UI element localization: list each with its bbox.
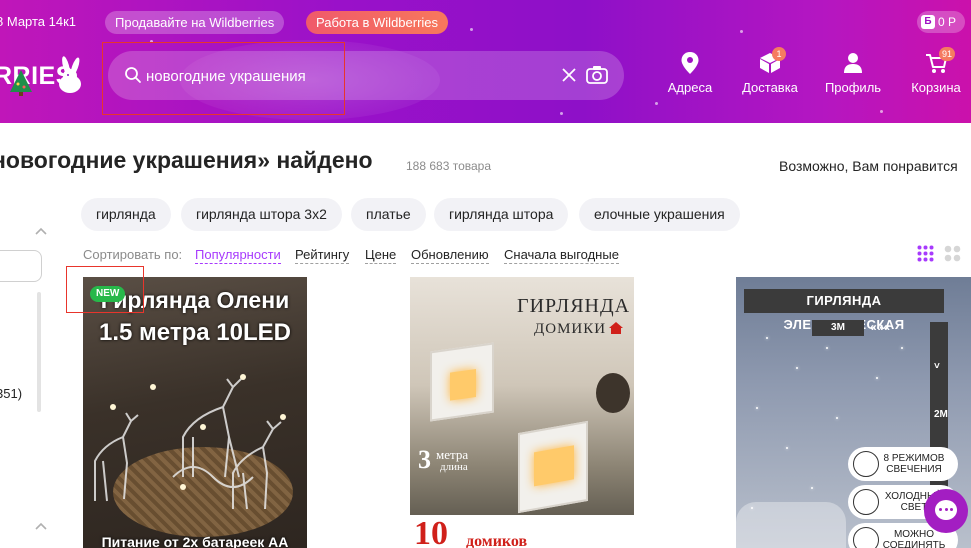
cart-badge: 91	[939, 47, 956, 61]
chat-button[interactable]	[924, 489, 968, 533]
house-image	[430, 342, 494, 422]
chip-suggestion[interactable]: гирлянда	[81, 198, 171, 231]
sort-rating[interactable]: Рейтингу	[295, 247, 350, 264]
product-image-text: ДОМИКИ	[534, 321, 607, 337]
clear-search-icon[interactable]	[560, 66, 578, 84]
chat-icon	[935, 500, 957, 520]
filter-count: 351)	[0, 386, 23, 401]
chip-suggestion[interactable]: платье	[351, 198, 426, 231]
maybe-you-like-heading: Возможно, Вам понравится	[779, 158, 958, 174]
sort-label: Сортировать по:	[83, 247, 183, 262]
product-card-deer-garland[interactable]: Гирлянда Олени 1.5 метра 10LED Питание о…	[83, 277, 307, 548]
nav-cart[interactable]: 91 Корзина	[901, 47, 971, 95]
profile-icon	[844, 53, 862, 73]
chip-suggestion[interactable]: елочные украшения	[579, 198, 740, 231]
chevron-up-icon[interactable]	[35, 227, 47, 235]
plug-icon	[853, 527, 879, 548]
chip-suggestion[interactable]: гирлянда штора	[434, 198, 569, 231]
sell-on-wildberries-link[interactable]: Продавайте на Wildberries	[105, 11, 285, 34]
nav-delivery[interactable]: 1 Доставка	[735, 47, 805, 95]
annotation-box	[102, 42, 345, 115]
balance-value: 0 Р	[938, 15, 957, 29]
bunny-logo-icon	[59, 56, 81, 93]
product-image-text: 2М	[934, 409, 948, 420]
product-image-text: Питание от 2х батареек АА	[101, 534, 289, 548]
work-at-wildberries-link[interactable]: Работа в Wildberries	[306, 11, 449, 34]
filter-search-field[interactable]	[0, 250, 42, 282]
house-image	[518, 420, 588, 514]
product-image-text: домиков	[466, 533, 528, 548]
chip-suggestion[interactable]: гирлянда штора 3х2	[181, 198, 342, 231]
balance-icon: Б	[921, 14, 935, 29]
product-image-text: 3М	[812, 320, 864, 336]
light-icon	[853, 489, 879, 515]
delivery-address[interactable]: 8 Марта 14к1	[0, 14, 76, 29]
results-count: 188 683 товара	[406, 159, 492, 173]
house-icon	[609, 322, 623, 334]
nav-addresses[interactable]: Адреса	[655, 52, 725, 95]
product-image-text: длина	[440, 461, 468, 473]
nav-delivery-label: Доставка	[742, 80, 798, 95]
nav-profile-label: Профиль	[824, 80, 882, 95]
arrows-icon: ˅	[934, 361, 940, 372]
sort-updated[interactable]: Обновлению	[411, 247, 489, 264]
chevron-up-icon[interactable]	[35, 522, 47, 530]
bulb-icon	[853, 451, 879, 477]
nav-cart-label: Корзина	[911, 80, 961, 95]
chair-image	[736, 502, 846, 548]
product-image-text: 1.5 метра 10LED	[99, 319, 291, 346]
grid-small-view-icon[interactable]	[917, 245, 934, 262]
pinecone-image	[596, 373, 630, 413]
grid-large-view-icon[interactable]	[944, 245, 961, 262]
christmas-tree-icon	[10, 70, 32, 96]
nav-addresses-label: Адреса	[667, 80, 713, 95]
camera-search-icon[interactable]	[586, 65, 608, 85]
product-image-text: ГИРЛЯНДА ЭЛЕКТРИЧЕСКАЯ	[744, 289, 944, 332]
filter-scrollbar[interactable]	[37, 292, 41, 412]
product-image-text: ГИРЛЯНДА	[517, 295, 631, 317]
location-pin-icon	[681, 52, 699, 74]
sort-price[interactable]: Цене	[365, 247, 397, 264]
page-title: новогодние украшения» найдено	[0, 147, 373, 173]
nav-profile[interactable]: Профиль	[818, 52, 888, 95]
product-image-text: 3	[418, 445, 431, 474]
sort-best-value[interactable]: Сначала выгодные	[504, 247, 619, 264]
product-image-text: 10	[414, 515, 448, 548]
delivery-badge: 1	[772, 47, 786, 61]
sort-popularity[interactable]: Популярности	[195, 247, 281, 264]
product-feature-badge: 8 РЕЖИМОВ СВЕЧЕНИЯ	[848, 447, 958, 481]
balance-button[interactable]: Б0 Р	[917, 11, 965, 33]
page: 8 Марта 14к1 Продавайте на Wildberries Р…	[0, 0, 971, 548]
deer-figures-image	[94, 374, 286, 510]
product-card-houses-garland[interactable]: ГИРЛЯНДА ДОМИКИ 3 метра длина 10 домиков	[410, 277, 634, 548]
annotation-box	[66, 266, 144, 313]
header: 8 Марта 14к1 Продавайте на Wildberries Р…	[0, 0, 971, 123]
arrows-icon: «««	[870, 320, 891, 334]
